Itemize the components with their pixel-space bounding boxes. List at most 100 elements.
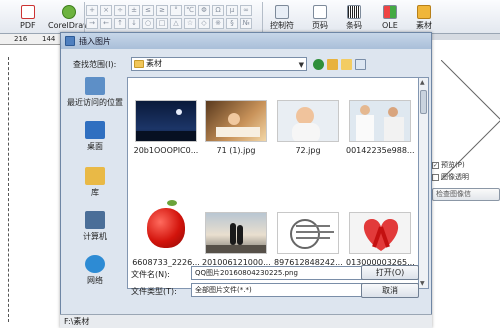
- file-item[interactable]: 20b1OOOPIC0...: [132, 100, 200, 155]
- scroll-down-icon[interactable]: ▼: [420, 280, 425, 287]
- material-button[interactable]: 素材: [416, 1, 432, 31]
- ole-icon: [382, 5, 397, 19]
- app-toolbar: PDF CorelDraw + × ÷ ± ≤ ≥ ° ℃ Φ Ω μ ∞ → …: [0, 0, 500, 34]
- file-item[interactable]: 201006121000...: [202, 212, 270, 267]
- file-name: 20b1OOOPIC0...: [133, 146, 199, 155]
- file-list-scrollbar[interactable]: ▲ ▼: [419, 77, 429, 289]
- place-label: 桌面: [87, 142, 103, 151]
- symbol-cell[interactable]: ※: [212, 18, 224, 29]
- file-item[interactable]: 00142235e988...: [346, 100, 414, 155]
- symbol-cell[interactable]: ≤: [142, 5, 154, 16]
- ole-button[interactable]: OLE: [382, 1, 398, 31]
- file-name: 00142235e988...: [346, 146, 414, 155]
- desktop-icon: [85, 121, 105, 139]
- ole-label: OLE: [382, 21, 398, 30]
- document-canvas-right: [430, 40, 500, 328]
- open-button[interactable]: 打开(O): [361, 265, 419, 280]
- symbol-cell[interactable]: ±: [128, 5, 140, 16]
- symbol-cell[interactable]: ↑: [114, 18, 126, 29]
- place-computer[interactable]: 计算机: [65, 211, 125, 242]
- recent-places-icon: [85, 77, 105, 95]
- symbol-cell[interactable]: ←: [100, 18, 112, 29]
- symbol-cell[interactable]: ×: [100, 5, 112, 16]
- up-folder-icon[interactable]: [327, 58, 338, 70]
- page-number-label: 页码: [312, 21, 328, 30]
- file-item[interactable]: 013000003265...: [346, 212, 414, 267]
- barcode-button[interactable]: 条码: [346, 1, 362, 31]
- symbol-cell[interactable]: ∞: [240, 5, 252, 16]
- symbol-cell[interactable]: +: [86, 5, 98, 16]
- symbol-cell[interactable]: ◇: [198, 18, 210, 29]
- preview-checkbox[interactable]: ✓: [432, 161, 439, 169]
- symbol-cell[interactable]: ≥: [156, 5, 168, 16]
- symbol-cell[interactable]: μ: [226, 5, 238, 16]
- check-image-info-button[interactable]: 检查图像信: [432, 188, 500, 201]
- symbol-cell[interactable]: ↓: [128, 18, 140, 29]
- page-number-button[interactable]: 页码: [312, 1, 328, 31]
- symbol-cell[interactable]: □: [156, 18, 168, 29]
- dialog-titlebar[interactable]: 插入图片: [61, 33, 431, 49]
- transparent-checkbox[interactable]: [432, 173, 439, 181]
- dialog-title: 插入图片: [79, 37, 111, 46]
- symbol-cell[interactable]: ○: [142, 18, 154, 29]
- transparent-option[interactable]: 图像透明: [432, 172, 469, 182]
- control-char-button[interactable]: 控制符: [270, 1, 294, 31]
- pdf-icon: [20, 5, 35, 19]
- symbol-cell[interactable]: △: [170, 18, 182, 29]
- cancel-button[interactable]: 取消: [361, 283, 419, 298]
- chevron-down-icon: ▼: [298, 61, 304, 69]
- new-folder-icon[interactable]: [341, 58, 352, 70]
- view-menu-icon[interactable]: [355, 58, 366, 70]
- file-name: 72.jpg: [295, 146, 321, 155]
- lookin-value: 素材: [146, 59, 162, 68]
- symbol-cell[interactable]: °: [170, 5, 182, 16]
- doctors-thumbnail: [349, 100, 411, 142]
- file-name: 6608733_2226...: [132, 258, 200, 267]
- page-number-icon: [313, 5, 327, 19]
- file-item[interactable]: 897612848242...: [274, 212, 342, 267]
- place-library[interactable]: 库: [65, 167, 125, 198]
- dialog-icon: [65, 36, 75, 46]
- coreldraw-icon: [61, 5, 76, 19]
- symbol-cell[interactable]: Ω: [212, 5, 224, 16]
- folder-icon: [134, 60, 144, 68]
- child-reading-thumbnail: [205, 100, 267, 142]
- symbol-cell[interactable]: →: [86, 18, 98, 29]
- back-icon[interactable]: [313, 58, 324, 70]
- lookin-row: 查找范围(I): 素材 ▼: [73, 57, 423, 71]
- control-char-label: 控制符: [270, 21, 294, 30]
- material-icon: [417, 5, 431, 19]
- night-sky-thumbnail: [135, 100, 197, 142]
- symbol-cell[interactable]: §: [226, 18, 238, 29]
- symbol-cell[interactable]: ℃: [184, 5, 196, 16]
- pdf-button[interactable]: PDF: [20, 1, 36, 31]
- barcode-label: 条码: [346, 21, 362, 30]
- lookin-label: 查找范围(I):: [73, 60, 117, 69]
- lookin-combo[interactable]: 素材 ▼: [131, 57, 307, 71]
- library-icon: [85, 167, 105, 185]
- place-desktop[interactable]: 桌面: [65, 121, 125, 152]
- place-label: 计算机: [83, 232, 107, 241]
- ruler-number: 144: [42, 35, 56, 43]
- symbol-cell[interactable]: ÷: [114, 5, 126, 16]
- place-label: 最近访问的位置: [67, 98, 123, 107]
- scroll-up-icon[interactable]: ▲: [420, 79, 425, 86]
- file-item[interactable]: 71 (1).jpg: [202, 100, 270, 155]
- file-item[interactable]: 72.jpg: [274, 100, 342, 155]
- file-list: 20b1OOOPIC0... 71 (1).jpg 72.jpg 0014223…: [127, 77, 419, 289]
- filetype-label: 文件类型(T):: [131, 287, 177, 296]
- symbol-cell[interactable]: ☆: [184, 18, 196, 29]
- scroll-thumb[interactable]: [420, 90, 427, 114]
- place-label: 库: [91, 188, 99, 197]
- margin-guide: [8, 57, 9, 322]
- network-icon: [85, 255, 105, 273]
- preview-option[interactable]: ✓ 预览(P): [432, 160, 465, 170]
- place-recent[interactable]: 最近访问的位置: [65, 77, 125, 108]
- place-network[interactable]: 网络: [65, 255, 125, 286]
- symbol-cell[interactable]: Φ: [198, 5, 210, 16]
- filename-label: 文件名(N):: [131, 270, 170, 279]
- ruler-number: 216: [14, 35, 28, 43]
- red-ribbon-thumbnail: [349, 212, 411, 254]
- symbol-cell[interactable]: №: [240, 18, 252, 29]
- file-item[interactable]: 6608733_2226...: [132, 198, 200, 267]
